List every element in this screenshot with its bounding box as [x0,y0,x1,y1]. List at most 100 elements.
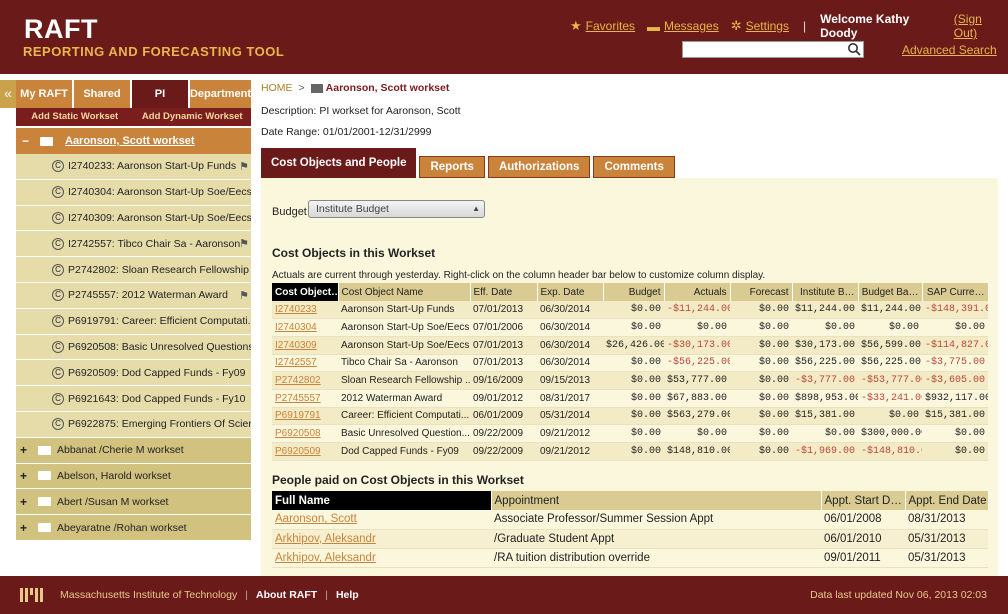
messages-link[interactable]: Messages [664,19,719,33]
tab-authorizations[interactable]: Authorizations [487,156,591,178]
tree-group[interactable]: + Abelson, Harold workset [16,463,251,490]
tree-group[interactable]: + Abbanat /Cherie M workset [16,437,251,464]
tree-item[interactable]: C I2740233: Aaronson Start-Up Funds ⚑ [16,154,251,180]
advanced-search-link[interactable]: Advanced Search [902,43,997,57]
cost-object-link[interactable]: P6920509 [272,442,338,461]
tree-group[interactable]: + Abert /Susan M workset [16,489,251,516]
table-cell: -$114,827.0 [922,336,988,355]
expand-icon[interactable]: + [20,495,32,509]
breadcrumb-home[interactable]: HOME [261,82,293,94]
expand-icon[interactable]: + [20,469,32,483]
table-row[interactable]: I2740304 Aaronson Start-Up Soe/Eecs 07/01/… [272,318,988,337]
tab-pi[interactable]: PI [132,80,190,108]
tree-item-label: P6921643: Dod Capped Funds - Fy10 [68,392,246,405]
settings-link[interactable]: Settings [746,19,789,33]
column-header[interactable]: Cost Object… [272,283,339,301]
column-header[interactable]: Institute B… [792,283,859,301]
tree-item[interactable]: C P6920508: Basic Unresolved Questions-..… [16,334,251,361]
table-row[interactable]: Aaronson, Scott Associate Professor/Summe… [272,510,988,530]
cost-object-link[interactable]: I2742557 [272,354,338,373]
column-header[interactable]: Budget Ba… [858,283,923,301]
tree-item[interactable]: C P6919791: Career: Efficient Computati..… [16,308,251,335]
column-header[interactable]: Cost Object Name [338,283,471,301]
cost-object-link[interactable]: I2740309 [272,336,338,355]
signout-link[interactable]: (Sign Out) [954,12,1008,40]
tree-item[interactable]: C P6921643: Dod Capped Funds - Fy10 [16,386,251,412]
column-header[interactable]: Forecast [730,283,793,301]
help-link[interactable]: Help [336,589,359,601]
footer-links: Massachusetts Institute of Technology | … [60,589,367,601]
cost-object-link[interactable]: P6919791 [272,407,338,426]
messages-link-wrap[interactable]: ▬ Messages [647,19,719,34]
tree-item[interactable]: C I2740309: Aaronson Start-Up Soe/Eecs [16,205,251,232]
institution-link[interactable]: Massachusetts Institute of Technology [60,589,237,601]
table-row[interactable]: I2740233 Aaronson Start-Up Funds 07/01/201… [272,301,988,320]
table-row[interactable]: P2745557 2012 Waterman Award 09/01/2012 08/… [272,389,988,408]
tree-item[interactable]: C I2740304: Aaronson Start-Up Soe/Eecs [16,179,251,206]
cost-object-link[interactable]: I2740233 [272,301,338,320]
person-link[interactable]: Arkhipov, Aleksandr [272,548,491,569]
collapse-panel-button[interactable]: « [0,80,16,108]
collapse-icon[interactable]: − [22,134,34,148]
column-header[interactable]: Budget [603,283,665,301]
expand-icon[interactable]: + [20,521,32,535]
table-row[interactable]: P2742802 Sloan Research Fellowship ... 09/… [272,371,988,390]
expand-icon[interactable]: + [20,443,32,457]
tree-item[interactable]: C I2742557: Tibco Chair Sa - Aaronson ⚑ [16,231,251,258]
column-header[interactable]: Eff. Date [470,283,538,301]
message-icon: ▬ [647,18,661,34]
about-raft-link[interactable]: About RAFT [256,589,317,601]
tree-item[interactable]: C P6922875: Emerging Frontiers Of Scien..… [16,411,251,438]
table-row[interactable]: P6919791 Career: Efficient Computati... 06… [272,407,988,426]
table-row[interactable]: I2742557 Tibco Chair Sa - Aaronson 07/01/2… [272,354,988,373]
workset-description: Description: PI workset for Aaronson, Sc… [261,105,461,117]
table-cell: $11,244.00 [858,301,922,320]
tab-reports[interactable]: Reports [419,156,485,178]
table-row[interactable]: I2740309 Aaronson Start-Up Soe/Eecs 07/01/… [272,336,988,355]
tab-shared[interactable]: Shared [74,80,132,108]
person-link[interactable]: Arkhipov, Aleksandr [272,529,491,550]
tab-comments[interactable]: Comments [593,156,675,178]
tree-item[interactable]: C P2742802: Sloan Research Fellowship ... [16,257,251,283]
table-cell: 09/22/2009 [470,424,537,443]
cost-object-link[interactable]: I2740304 [272,318,338,337]
column-header[interactable]: Appointment [491,491,822,510]
budget-select[interactable]: Institute Budget ▲ [308,200,485,218]
tree-group[interactable]: + Abeyaratne /Rohan workset [16,515,251,541]
column-header[interactable]: Actuals [664,283,731,301]
tree-item[interactable]: C P6920509: Dod Capped Funds - Fy09 [16,360,251,387]
add-dynamic-workset-button[interactable]: Add Dynamic Workset [134,108,252,126]
tab-cost-objects-and-people[interactable]: Cost Objects and People [261,148,417,184]
table-cell: $0.00 [858,407,922,426]
tab-department[interactable]: Department [190,80,251,108]
tree-root-workset[interactable]: − Aaronson, Scott workset [16,128,251,154]
table-cell: $0.00 [730,407,792,426]
settings-link-wrap[interactable]: ✲ Settings [731,18,789,34]
add-static-workset-button[interactable]: Add Static Workset [16,108,134,126]
divider: | [802,19,807,33]
search-icon[interactable] [847,42,861,56]
table-row[interactable]: P6920508 Basic Unresolved Question... 09/2… [272,424,988,443]
column-header[interactable]: Appt. Start D… [821,491,906,510]
column-header[interactable]: Exp. Date [537,283,604,301]
column-header[interactable]: Full Name [272,491,492,510]
tree-item[interactable]: C P2745557: 2012 Waterman Award ⚑ [16,282,251,309]
cost-object-link[interactable]: P2745557 [272,389,338,408]
favorites-link-wrap[interactable]: ★ Favorites [570,18,635,34]
tab-my-raft[interactable]: My RAFT [16,80,74,108]
table-row[interactable]: Arkhipov, Aleksandr/RA tuition distribut… [272,548,988,569]
tree-item-label: I2740233: Aaronson Start-Up Funds [68,160,237,173]
person-link[interactable]: Aaronson, Scott [272,510,491,530]
table-cell: Tibco Chair Sa - Aaronson [338,354,470,373]
budget-label: Budget [272,206,307,218]
table-row[interactable]: P6920509 Dod Capped Funds - Fy09 09/22/200… [272,442,988,461]
favorites-link[interactable]: Favorites [586,19,635,33]
search-input[interactable] [682,41,864,58]
table-cell: Career: Efficient Computati... [338,407,470,426]
table-row[interactable]: Arkhipov, Aleksandr/Graduate Student App… [272,529,988,550]
workset-name[interactable]: Aaronson, Scott workset [65,135,195,147]
column-header[interactable]: SAP Curre… [922,283,989,301]
cost-object-link[interactable]: P2742802 [272,371,338,390]
column-header[interactable]: Appt. End Date [905,491,989,510]
cost-object-link[interactable]: P6920508 [272,424,338,443]
